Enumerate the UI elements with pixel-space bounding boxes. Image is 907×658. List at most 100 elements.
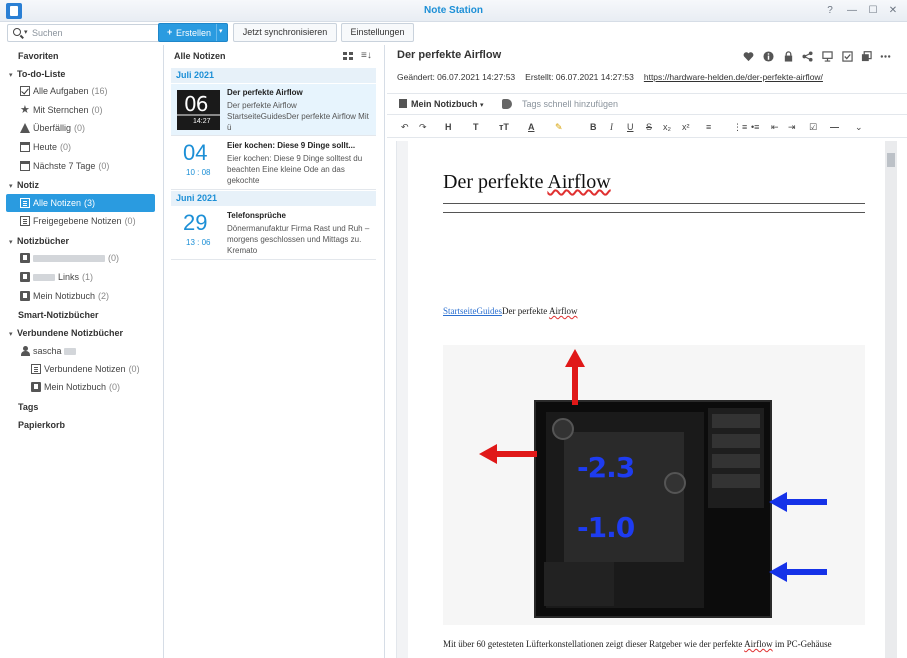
create-button-label: Erstellen	[176, 28, 212, 38]
info-icon[interactable]	[763, 51, 774, 62]
checkbox-button[interactable]: ☑	[809, 121, 817, 134]
checkbox-icon	[20, 86, 30, 96]
source-url-link[interactable]: https://hardware-helden.de/der-perfekte-…	[644, 72, 823, 82]
font-size-button[interactable]: ᴛT	[499, 121, 509, 134]
sidebar-item-notebook-mine[interactable]: Mein Notizbuch (2)	[18, 287, 158, 305]
note-thumbnail: 06 14:27	[177, 90, 220, 130]
sidebar: Favoriten ▾ To-do-Liste Alle Aufgaben (16)…	[0, 45, 164, 658]
note-list-item[interactable]: 06 14:27 Der perfekte Airflow Der perfek…	[171, 84, 376, 136]
sidebar-item-today[interactable]: Heute (0)	[18, 138, 158, 156]
italic-button[interactable]: I	[610, 121, 613, 134]
sidebar-section-notes[interactable]: ▾ Notiz	[9, 180, 39, 190]
share-icon[interactable]	[802, 51, 813, 62]
redo-icon[interactable]: ↷	[419, 121, 427, 134]
sidebar-section-todo[interactable]: ▾ To-do-Liste	[9, 69, 65, 79]
airflow-figure-image: -2.3 -1.0	[443, 345, 865, 625]
blue-arrow-left-icon	[769, 562, 827, 582]
strikethrough-button[interactable]: S	[646, 121, 652, 134]
sidebar-item-overdue[interactable]: Überfällig (0)	[18, 119, 158, 137]
outdent-button[interactable]: ⇤	[771, 121, 779, 134]
airflow-value-bottom: -1.0	[577, 511, 635, 544]
collapse-triangle-icon[interactable]: ▾	[9, 238, 17, 246]
lock-icon[interactable]	[783, 51, 794, 62]
indent-button[interactable]: ⇥	[788, 121, 796, 134]
notebook-icon	[20, 253, 30, 263]
collapse-triangle-icon[interactable]: ▾	[9, 330, 17, 338]
underline-button[interactable]: U	[627, 121, 634, 134]
notebook-tag-row: Mein Notizbuch ▾	[387, 93, 907, 115]
minimize-icon[interactable]: —	[845, 4, 859, 18]
collapse-triangle-icon[interactable]: ▾	[9, 71, 17, 79]
note-icon	[20, 198, 30, 208]
sync-now-button[interactable]: Jetzt synchronisieren	[233, 23, 337, 42]
divider-line	[443, 203, 865, 204]
note-item-title: Der perfekte Airflow	[227, 88, 303, 97]
search-box[interactable]: ▾	[7, 24, 160, 42]
sort-icon[interactable]: ≡↓	[361, 50, 372, 61]
bold-button[interactable]: B	[590, 121, 597, 134]
align-button[interactable]: ≡	[706, 121, 711, 134]
note-editor[interactable]: Der perfekte Airflow StartseiteGuidesDer…	[396, 141, 897, 658]
sidebar-section-notebooks[interactable]: ▾ Notizbücher	[9, 236, 69, 246]
close-icon[interactable]: ✕	[886, 4, 900, 18]
sidebar-favorites[interactable]: Favoriten	[18, 51, 59, 61]
note-list-pane: Alle Notizen ≡↓ Juli 2021 06 14:27 Der p…	[166, 45, 385, 658]
settings-button[interactable]: Einstellungen	[341, 23, 414, 42]
note-list-item[interactable]: 04 10 : 08 Eier kochen: Diese 9 Dinge so…	[171, 137, 376, 190]
favorite-heart-icon[interactable]	[743, 51, 754, 62]
tag-quick-add-input[interactable]	[522, 97, 722, 111]
plus-icon: +	[167, 27, 173, 37]
heading-button[interactable]: H	[445, 121, 452, 134]
sidebar-item-connected-notebook[interactable]: Mein Notizbuch (0)	[29, 378, 169, 396]
blurred-notebook-name	[33, 255, 105, 263]
search-input[interactable]	[32, 26, 157, 40]
editor-scrollbar[interactable]	[885, 141, 897, 658]
undo-icon[interactable]: ↶	[401, 121, 409, 134]
sidebar-tags[interactable]: Tags	[18, 402, 38, 412]
subscript-button[interactable]: x₂	[663, 121, 671, 134]
font-color-button[interactable]: A	[528, 121, 535, 134]
create-dropdown-icon[interactable]: ▾	[219, 27, 223, 35]
scrollbar-thumb[interactable]	[887, 153, 895, 167]
sidebar-section-connected[interactable]: ▾ Verbundene Notizbücher	[9, 328, 123, 338]
grid-view-icon[interactable]	[343, 52, 353, 60]
superscript-button[interactable]: x²	[682, 121, 690, 134]
sidebar-item-all-tasks[interactable]: Alle Aufgaben (16)	[18, 82, 158, 100]
sidebar-item-starred[interactable]: ★ Mit Sternchen (0)	[18, 101, 158, 119]
more-options-icon[interactable]	[880, 51, 891, 62]
note-item-title: Eier kochen: Diese 9 Dinge sollt...	[227, 141, 356, 150]
sidebar-item-next-7-days[interactable]: Nächste 7 Tage (0)	[18, 157, 158, 175]
highlight-color-button[interactable]: ✎	[555, 121, 563, 134]
notebook-selector[interactable]: Mein Notizbuch ▾	[399, 99, 484, 109]
search-options-caret-icon[interactable]: ▾	[24, 28, 28, 36]
sidebar-item-connected-notes[interactable]: Verbundene Notizen (0)	[29, 360, 169, 378]
note-list-item[interactable]: 29 13 : 06 Telefonsprüche Dönermanufaktu…	[171, 207, 376, 260]
bullet-list-button[interactable]: •≡	[751, 121, 759, 134]
font-family-button[interactable]: T	[473, 121, 479, 134]
create-button[interactable]: + Erstellen ▾	[158, 23, 228, 42]
sidebar-smart-notebooks[interactable]: Smart-Notizbücher	[18, 310, 99, 320]
copy-icon[interactable]	[861, 51, 872, 62]
help-icon[interactable]: ?	[823, 4, 837, 18]
sidebar-item-shared-notes[interactable]: Freigegebene Notizen (0)	[18, 212, 158, 230]
sidebar-item-notebook-hidden[interactable]: (0)	[18, 249, 158, 267]
sidebar-item-connected-user[interactable]: sascha	[18, 342, 158, 360]
more-formatting-icon[interactable]: ⌄	[855, 121, 863, 134]
collapse-triangle-icon[interactable]: ▾	[9, 182, 17, 190]
presentation-icon[interactable]	[822, 51, 833, 62]
connected-note-icon	[31, 364, 41, 374]
checklist-icon[interactable]	[842, 51, 853, 62]
breadcrumb-link[interactable]: StartseiteGuides	[443, 306, 502, 316]
note-page[interactable]: Der perfekte Airflow StartseiteGuidesDer…	[408, 141, 887, 658]
numbered-list-button[interactable]: ⋮≡	[733, 121, 747, 134]
note-title[interactable]: Der perfekte Airflow	[397, 49, 501, 61]
search-icon[interactable]	[13, 28, 21, 36]
note-item-day: 29	[183, 210, 208, 235]
create-button-divider	[216, 24, 217, 41]
sidebar-item-all-notes[interactable]: Alle Notizen (3)	[6, 194, 155, 212]
document-heading: Der perfekte Airflow	[443, 171, 611, 193]
horizontal-rule-button[interactable]: —	[830, 121, 839, 134]
sidebar-trash[interactable]: Papierkorb	[18, 420, 65, 430]
maximize-icon[interactable]: ☐	[866, 4, 880, 18]
sidebar-item-notebook-links[interactable]: Links (1)	[18, 268, 158, 286]
